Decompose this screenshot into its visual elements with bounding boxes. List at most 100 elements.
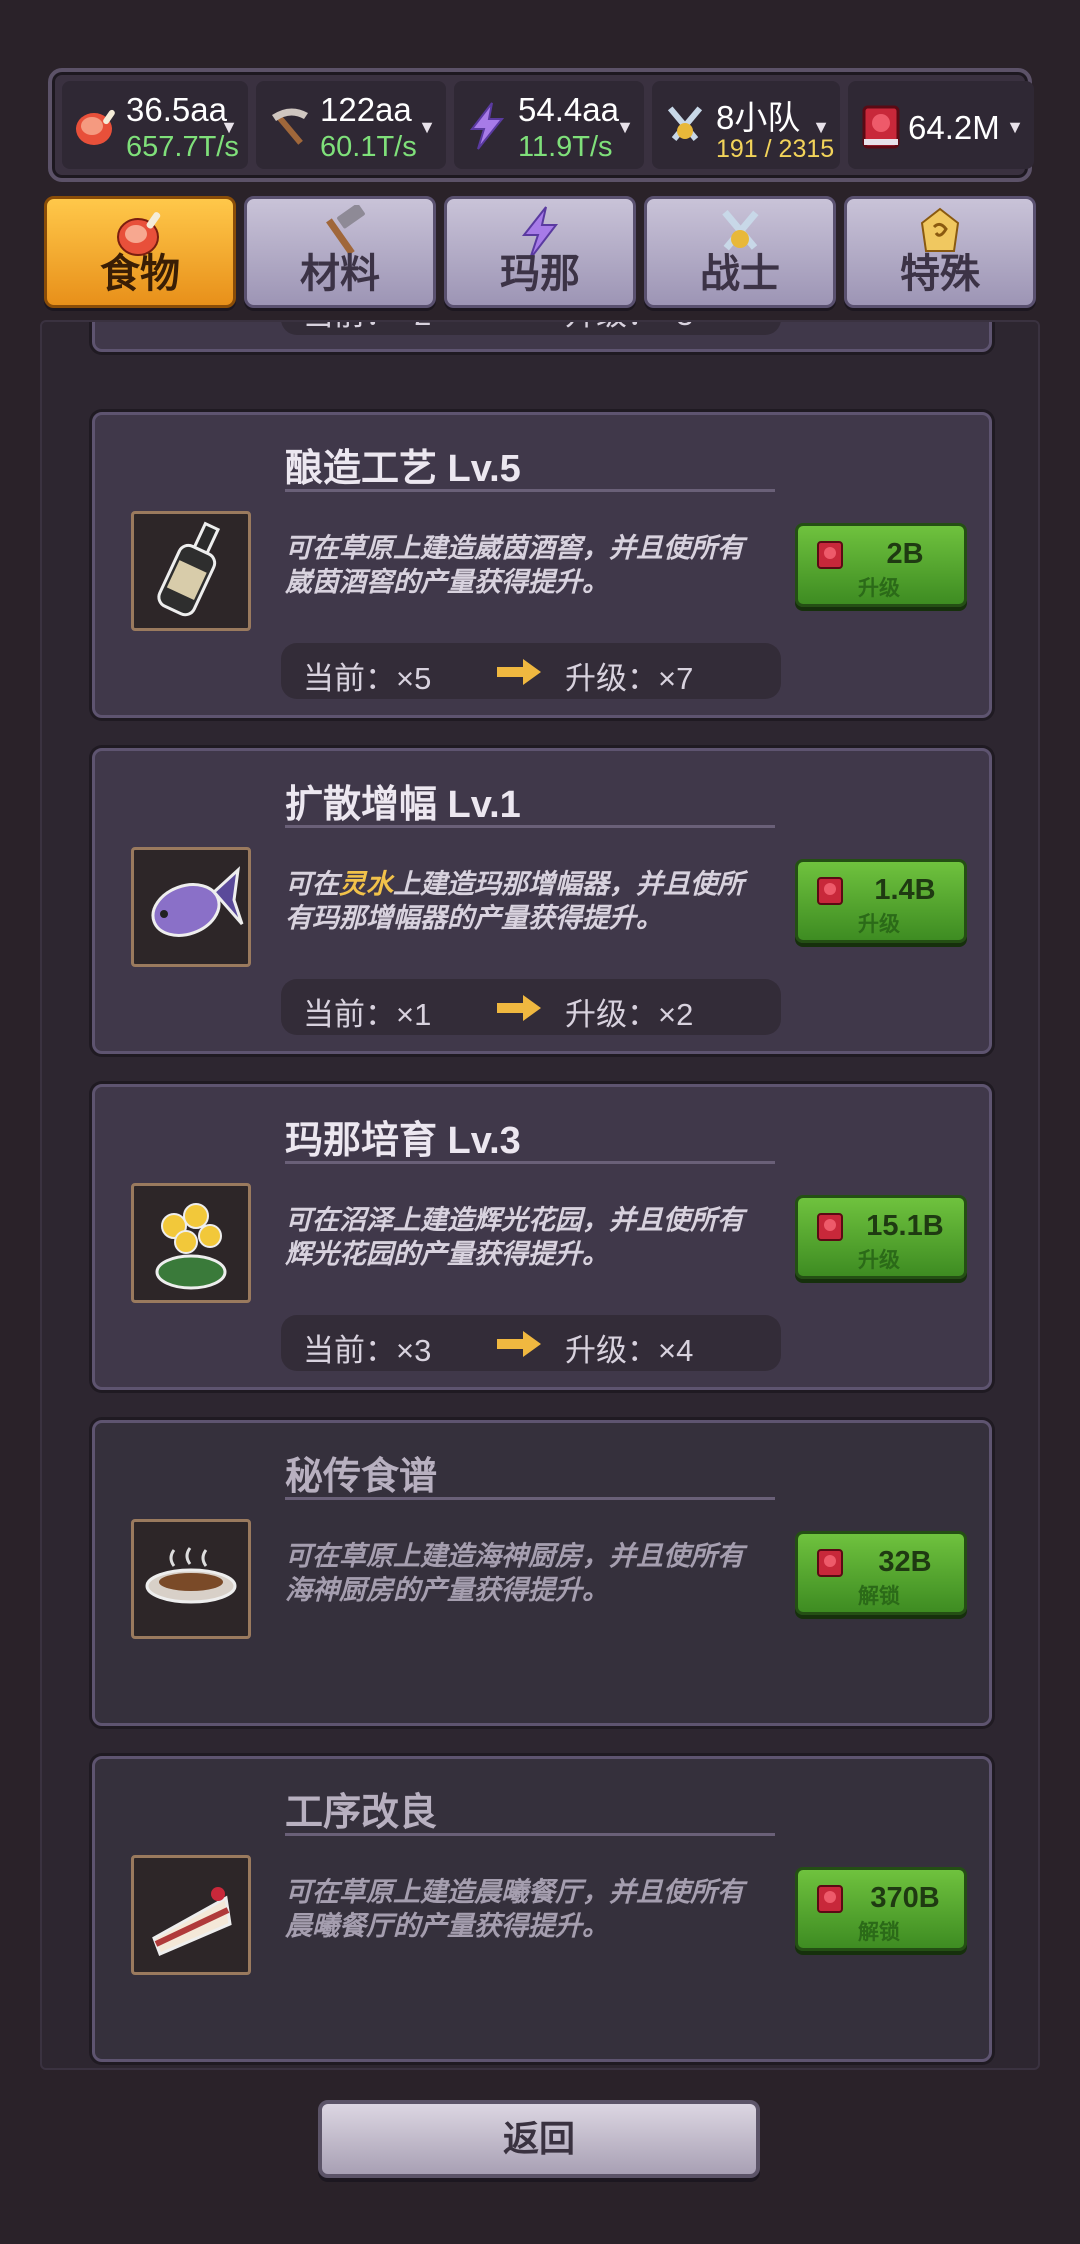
unlock-cost: 32B <box>878 1546 932 1578</box>
arrow-right-icon <box>497 1331 541 1357</box>
upgrade-title: 玛那培育 Lv.3 <box>285 1120 521 1162</box>
upgrade-description: 可在沼泽上建造辉光花园，并且使所有辉光花园的产量获得提升。 <box>285 1205 744 1269</box>
upgrade-description: 可在草原上建造海神厨房，并且使所有海神厨房的产量获得提升。 <box>285 1541 744 1605</box>
upgrade-button[interactable]: 1.4B 升级 <box>795 859 967 943</box>
current-multiplier: 当前：×2 <box>303 322 431 334</box>
next-multiplier: 升级：×2 <box>565 997 694 1032</box>
resource-material[interactable]: 122aa 60.1T/s ▼ <box>256 81 446 169</box>
multiplier-row: 当前：×2 升级：×3 <box>281 320 781 335</box>
multiplier-row: 当前：×5 升级：×7 <box>281 643 781 699</box>
arrow-right-icon <box>495 320 543 323</box>
tab-label: 食物 <box>100 252 180 296</box>
mana-rate: 11.9T/s <box>518 131 613 163</box>
upgrade-title: 扩散增幅 Lv.1 <box>285 784 521 826</box>
meat-icon <box>76 109 115 145</box>
tab-label: 战士 <box>700 252 780 296</box>
category-tabs: 食物 材料 玛那 战士 特殊 <box>44 196 1036 308</box>
material-rate: 60.1T/s <box>320 131 417 163</box>
upgrade-card-process-improvement: 工序改良 可在草原上建造晨曦餐厅，并且使所有晨曦餐厅的产量获得提升。 370B … <box>92 1756 992 2062</box>
upgrade-cost: 2B <box>886 538 924 570</box>
multiplier-row: 当前：×1 升级：×2 <box>281 979 781 1035</box>
upgrade-icon-frame <box>131 1855 251 1975</box>
wine-bottle-icon <box>157 521 221 617</box>
upgrade-description: 可在草原上建造晨曦餐厅，并且使所有晨曦餐厅的产量获得提升。 <box>285 1877 744 1941</box>
current-multiplier: 当前：×5 <box>303 661 432 696</box>
upgrade-title: 酿造工艺 Lv.5 <box>285 448 521 490</box>
upgrade-title: 秘传食谱 <box>285 1456 438 1498</box>
desc-text: 可在 <box>285 869 339 899</box>
multiplier-row: 当前：×3 升级：×4 <box>281 1315 781 1371</box>
title-divider <box>285 489 775 492</box>
unlock-cost: 370B <box>870 1882 940 1914</box>
current-multiplier: 当前：×1 <box>303 997 432 1032</box>
chevron-down-icon: ▼ <box>220 117 238 137</box>
upgrade-card-secret-recipe: 秘传食谱 可在草原上建造海神厨房，并且使所有海神厨房的产量获得提升。 32B 解… <box>92 1420 992 1726</box>
material-amount: 122aa <box>320 91 412 128</box>
upgrade-icon-frame <box>131 1183 251 1303</box>
next-multiplier: 升级：×3 <box>565 322 693 334</box>
squad-count: 8小队 <box>716 99 801 136</box>
upgrade-card-mana-cultivation: 玛那培育 Lv.3 可在沼泽上建造辉光花园，并且使所有辉光花园的产量获得提升。 … <box>92 1084 992 1390</box>
title-divider <box>285 1833 775 1836</box>
upgrade-icon-frame <box>131 847 251 967</box>
chevron-down-icon: ▼ <box>812 117 830 137</box>
title-divider <box>285 1497 775 1500</box>
upgrade-action-label: 升级 <box>858 913 900 936</box>
upgrade-list[interactable]: 当前：×2 升级：×3 酿造工艺 Lv.5 可在草原上建造崴茵酒窖，并且使所有崴… <box>40 320 1040 2070</box>
soup-bowl-icon <box>145 1547 237 1604</box>
red-gem-icon <box>817 1885 843 1913</box>
unlock-button[interactable]: 370B 解锁 <box>795 1867 967 1951</box>
mana-amount: 54.4aa <box>518 91 619 128</box>
title-divider <box>285 1161 775 1164</box>
upgrade-card-partial: 当前：×2 升级：×3 <box>92 320 992 352</box>
upgrade-cost: 15.1B <box>866 1210 944 1242</box>
unlock-action-label: 解锁 <box>858 1585 900 1608</box>
tab-special[interactable]: 特殊 <box>844 196 1036 308</box>
upgrade-action-label: 升级 <box>858 1249 900 1272</box>
tab-mana[interactable]: 玛那 <box>444 196 636 308</box>
upgrade-icon-frame <box>131 1519 251 1639</box>
resource-mana[interactable]: 54.4aa 11.9T/s ▼ <box>454 81 644 169</box>
upgrade-card-diffusion: 扩散增幅 Lv.1 可在灵水上建造玛那增幅器，并且使所有玛那增幅器的产量获得提升… <box>92 748 992 1054</box>
gem-amount: 64.2M <box>908 109 1000 146</box>
tab-warrior[interactable]: 战士 <box>644 196 836 308</box>
chevron-down-icon: ▼ <box>616 117 634 137</box>
fish-icon <box>151 866 244 937</box>
red-gem-icon <box>862 105 900 149</box>
crossed-swords-icon <box>667 106 703 141</box>
upgrade-description: 可在草原上建造崴茵酒窖，并且使所有崴茵酒窖的产量获得提升。 <box>285 533 744 597</box>
chevron-down-icon: ▼ <box>1006 117 1024 137</box>
tab-label: 材料 <box>300 252 380 296</box>
tab-label: 玛那 <box>500 252 580 296</box>
upgrade-description: 可在灵水上建造玛那增幅器，并且使所有玛那增幅器的产量获得提升。 <box>285 867 765 935</box>
upgrade-button[interactable]: 2B 升级 <box>795 523 967 607</box>
upgrade-icon-frame <box>131 511 251 631</box>
cake-slice-icon <box>152 1887 232 1956</box>
chevron-down-icon: ▼ <box>418 117 436 137</box>
resource-warriors[interactable]: 8小队 191 / 2315 ▼ <box>652 81 840 169</box>
highlight-terrain: 灵水 <box>339 869 393 899</box>
arrow-right-icon <box>497 995 541 1021</box>
upgrade-card-brewing: 酿造工艺 Lv.5 可在草原上建造崴茵酒窖，并且使所有崴茵酒窖的产量获得提升。 … <box>92 412 992 718</box>
next-multiplier: 升级：×7 <box>565 661 694 696</box>
title-divider <box>285 825 775 828</box>
unlock-button[interactable]: 32B 解锁 <box>795 1531 967 1615</box>
resource-bar: 36.5aa 657.7T/s ▼ 122aa 60.1T/s ▼ 54.4aa… <box>48 68 1034 182</box>
upgrade-action-label: 升级 <box>858 577 900 600</box>
resource-food[interactable]: 36.5aa 657.7T/s ▼ <box>62 81 248 169</box>
lightning-icon <box>469 102 505 150</box>
yellow-flower-icon <box>155 1203 227 1290</box>
resource-gems[interactable]: 64.2M ▼ <box>848 81 1034 169</box>
back-button[interactable]: 返回 <box>318 2100 760 2178</box>
red-gem-icon <box>817 541 843 569</box>
squad-capacity: 191 / 2315 <box>716 135 835 163</box>
tab-material[interactable]: 材料 <box>244 196 436 308</box>
upgrade-title: 工序改良 <box>285 1792 438 1834</box>
tab-food[interactable]: 食物 <box>44 196 236 308</box>
upgrade-button[interactable]: 15.1B 升级 <box>795 1195 967 1279</box>
pickaxe-icon <box>272 108 308 145</box>
red-gem-icon <box>817 1549 843 1577</box>
next-multiplier: 升级：×4 <box>565 1333 694 1368</box>
red-gem-icon <box>817 877 843 905</box>
upgrade-cost: 1.4B <box>874 874 936 906</box>
